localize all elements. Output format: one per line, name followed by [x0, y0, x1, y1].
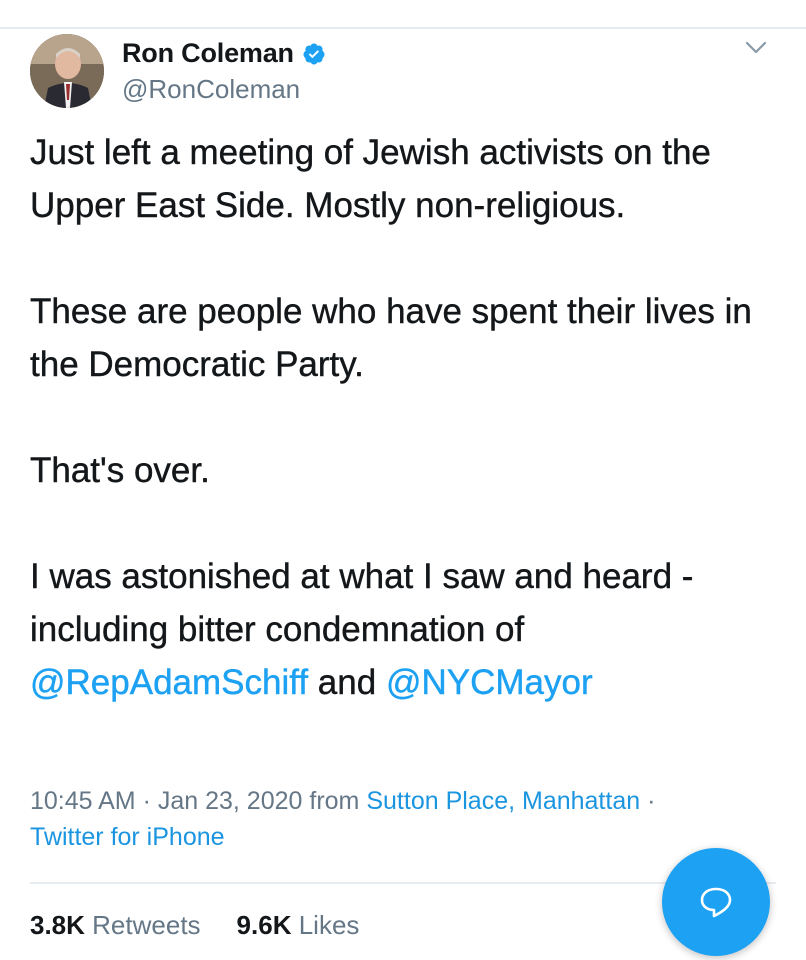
chevron-down-icon[interactable] [744, 38, 768, 58]
likes-stat[interactable]: 9.6K Likes [237, 910, 360, 941]
compose-reply-button[interactable] [662, 848, 770, 956]
mention-link-nycmayor[interactable]: @NYCMayor [386, 663, 593, 702]
likes-count: 9.6K [236, 910, 292, 940]
verified-badge-icon [303, 43, 325, 64]
tweet-paragraph-1: Just left a meeting of Jewish activists … [30, 133, 711, 225]
author-display-name[interactable]: Ron Coleman [122, 38, 294, 69]
author-handle[interactable]: @RonColeman [122, 74, 300, 105]
source-link[interactable]: Twitter for iPhone [30, 823, 225, 851]
meta-from: from [302, 787, 367, 815]
chat-bubble-icon [700, 887, 732, 918]
avatar[interactable] [30, 34, 104, 108]
meta-separator-2: · [640, 787, 656, 815]
tweet-time[interactable]: 10:45 AM [30, 787, 136, 815]
tweet-paragraph-2: These are people who have spent their li… [30, 292, 752, 384]
top-divider [0, 27, 806, 29]
location-link[interactable]: Sutton Place, Manhattan [366, 787, 640, 815]
retweets-count: 3.8K [30, 910, 85, 940]
meta-separator: · [135, 787, 158, 815]
tweet-stats: 3.8K Retweets 9.6K Likes [30, 910, 359, 941]
tweet-paragraph-4-text: I was astonished at what I saw and heard… [30, 557, 694, 649]
tweet-meta: 10:45 AM · Jan 23, 2020 from Sutton Plac… [30, 783, 730, 855]
retweets-stat[interactable]: 3.8K Retweets [30, 910, 201, 941]
tweet-screen: Ron Coleman @RonColeman Just left a meet… [0, 0, 806, 960]
tweet-conjunction: and [308, 663, 386, 702]
mention-link-repadamschiff[interactable]: @RepAdamSchiff [30, 663, 308, 702]
retweets-label: Retweets [92, 910, 201, 940]
tweet-text: Just left a meeting of Jewish activists … [30, 126, 780, 709]
author-name-row[interactable]: Ron Coleman [122, 38, 326, 69]
tweet-paragraph-3: That's over. [30, 451, 210, 490]
tweet-date[interactable]: Jan 23, 2020 [158, 787, 303, 815]
likes-label: Likes [298, 910, 360, 940]
tweet-paragraph-4: I was astonished at what I saw and heard… [30, 550, 780, 709]
